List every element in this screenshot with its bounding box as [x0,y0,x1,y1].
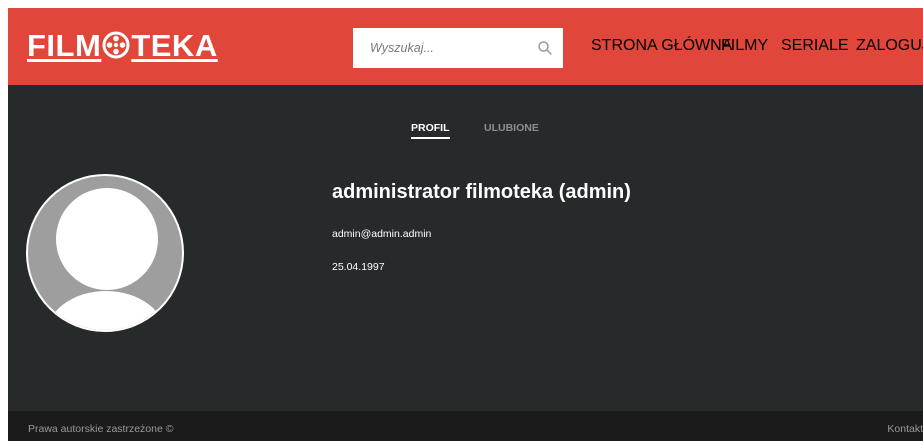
nav-link-series[interactable]: SERIALE [781,37,849,55]
avatar [26,174,184,332]
site-logo[interactable]: FILM TEKA [27,28,218,64]
nav-link-login[interactable]: ZALOGUJ [856,37,923,55]
nav-link-home[interactable]: STRONA GŁÓWNA [591,37,732,55]
logo-text-right: TEKA [131,28,218,63]
search-input[interactable] [353,28,529,68]
profile-tabs: PROFIL ULUBIONE [8,122,923,144]
nav-link-films[interactable]: FILMY [721,37,768,55]
tab-profile[interactable]: PROFIL [411,122,450,139]
profile-display-name: administrator filmoteka (admin) [332,181,631,203]
app-frame: FILM TEKA STRONA GŁÓWNA FILMY SERIALE ZA… [8,8,923,441]
top-navbar: FILM TEKA STRONA GŁÓWNA FILMY SERIALE ZA… [8,8,923,85]
contact-link[interactable]: Kontakt [887,423,923,435]
search-icon[interactable] [537,40,553,56]
tab-favorites[interactable]: ULUBIONE [484,122,539,134]
logo-text-left: FILM [27,28,102,63]
search-box [353,28,563,68]
profile-email: admin@admin.admin [332,228,432,240]
avatar-shoulders-shape [46,291,166,330]
profile-birth-date: 25.04.1997 [332,261,385,273]
film-reel-icon [102,31,130,59]
avatar-head-shape [56,188,158,290]
footer: Prawa autorskie zastrzeżone © Kontakt [8,411,923,441]
copyright-text: Prawa autorskie zastrzeżone © [28,423,174,435]
